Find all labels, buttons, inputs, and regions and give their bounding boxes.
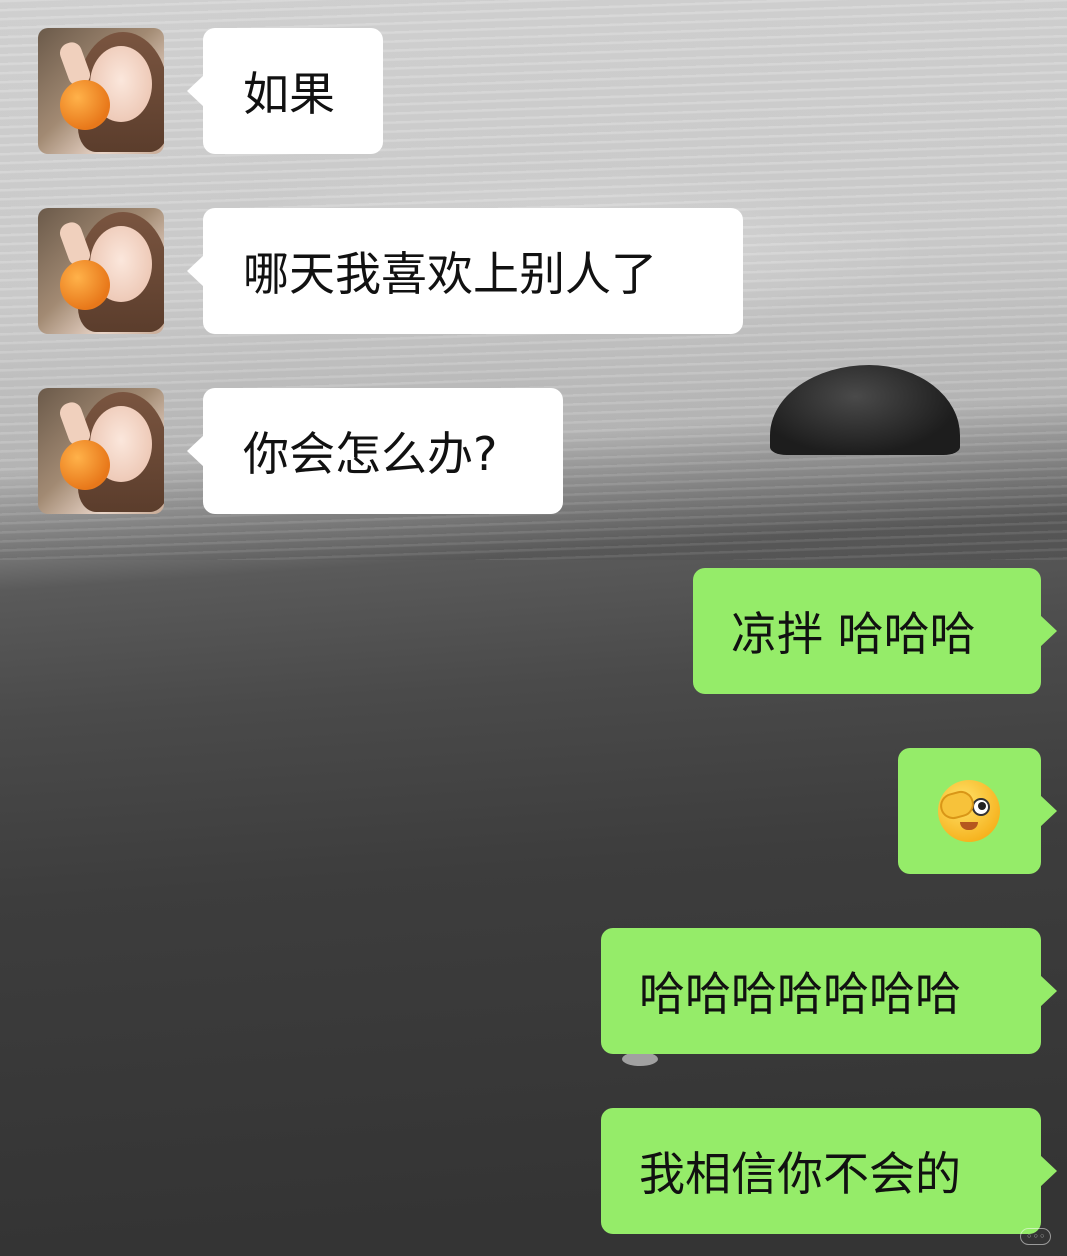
incoming-message-bubble[interactable]: 如果 <box>187 28 383 154</box>
outgoing-message-bubble[interactable]: 哈哈哈哈哈哈哈 <box>601 928 1057 1054</box>
contact-avatar[interactable] <box>38 388 164 514</box>
watermark-icon: ◦◦◦ <box>1020 1228 1052 1245</box>
message-text: 哈哈哈哈哈哈哈 <box>639 967 961 1021</box>
contact-avatar[interactable] <box>38 208 164 334</box>
message-text: 凉拌 哈哈哈 <box>731 607 976 661</box>
incoming-message-bubble[interactable]: 哪天我喜欢上别人了 <box>187 208 743 334</box>
covering-eye-face-emoji-icon <box>937 780 1000 842</box>
avatar-orange <box>60 260 110 310</box>
message-text: 你会怎么办? <box>243 427 498 481</box>
incoming-message-bubble[interactable]: 你会怎么办? <box>187 388 563 514</box>
message-text: 我相信你不会的 <box>639 1147 961 1201</box>
background-pebble <box>622 1052 658 1066</box>
outgoing-message-bubble[interactable]: 我相信你不会的 <box>601 1108 1057 1234</box>
message-text: 哪天我喜欢上别人了 <box>243 247 657 301</box>
contact-avatar[interactable] <box>38 28 164 154</box>
emoji-pupil <box>978 802 986 810</box>
avatar-orange <box>60 80 110 130</box>
outgoing-emoji-bubble[interactable] <box>898 748 1057 874</box>
outgoing-message-bubble[interactable]: 凉拌 哈哈哈 <box>693 568 1057 694</box>
message-text: 如果 <box>243 67 335 121</box>
avatar-orange <box>60 440 110 490</box>
